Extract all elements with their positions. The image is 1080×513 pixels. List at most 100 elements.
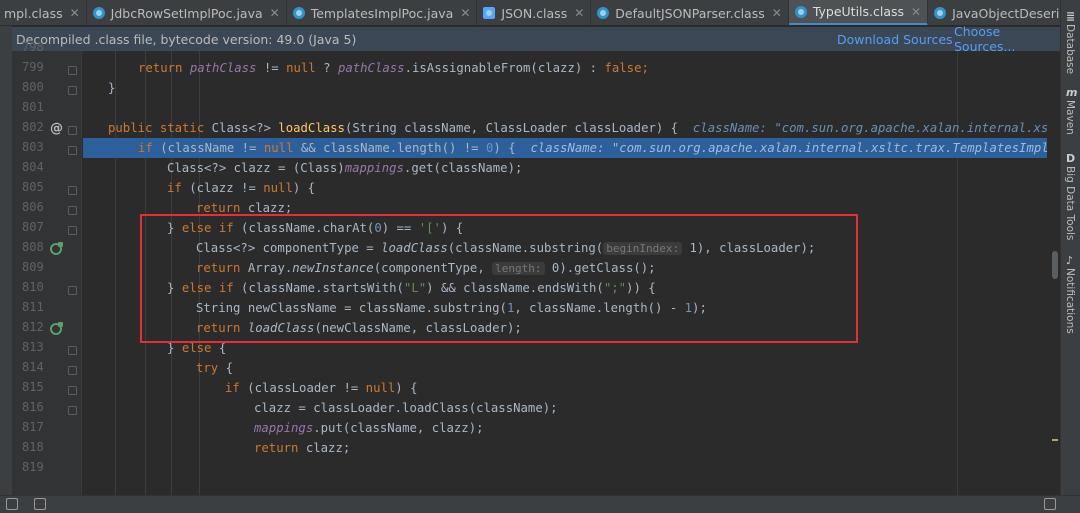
tab-typeutils-class[interactable]: TypeUtils.class ✕ xyxy=(788,0,929,25)
download-sources-link[interactable]: Download Sources xyxy=(837,32,953,47)
recursion-icon[interactable] xyxy=(50,322,63,335)
editor-vertical-scrollbar[interactable] xyxy=(1049,51,1060,495)
line-number: 800 xyxy=(22,80,44,94)
line-number: 802 xyxy=(22,120,44,134)
fold-toggle-icon[interactable] xyxy=(68,126,77,135)
fold-toggle-icon[interactable] xyxy=(68,186,77,195)
recursion-icon[interactable] xyxy=(50,242,63,255)
fold-toggle-icon[interactable] xyxy=(68,366,77,375)
close-icon[interactable]: ✕ xyxy=(911,5,921,19)
code-token: return xyxy=(196,201,241,215)
code-token: ; xyxy=(641,61,649,75)
code-token: null xyxy=(365,381,396,395)
code-token: mappings xyxy=(344,161,404,175)
tab-label: JavaObjectDeserializer.class xyxy=(952,5,1060,21)
class-file-icon xyxy=(597,7,610,19)
tab-label: TypeUtils.class xyxy=(812,4,905,19)
code-token: clazz; xyxy=(298,441,351,455)
choose-sources-link[interactable]: Choose Sources... xyxy=(954,24,1060,54)
maven-tool-button[interactable]: Maven xyxy=(1064,100,1076,135)
tab-label: DefaultJSONParser.class xyxy=(615,5,765,21)
bell-icon[interactable]: ♪ xyxy=(1066,254,1073,267)
scrollbar-thumb[interactable] xyxy=(1052,251,1058,279)
code-token: } xyxy=(108,81,116,95)
fold-toggle-icon[interactable] xyxy=(68,406,77,415)
code-token: try xyxy=(196,361,219,375)
line-number: 808 xyxy=(22,240,44,254)
line-number: 811 xyxy=(22,300,44,314)
big-data-tools-button[interactable]: Big Data Tools xyxy=(1064,166,1076,240)
tab-defaultjsonparser-class[interactable]: DefaultJSONParser.class ✕ xyxy=(591,0,789,25)
tab-templatesimplpoc[interactable]: TemplatesImplPoc.java ✕ xyxy=(287,0,478,25)
right-tool-strip: ≣ Database m Maven D Big Data Tools ♪ No… xyxy=(1060,0,1080,513)
line-number: 810 xyxy=(22,280,44,294)
java-class-icon xyxy=(292,7,305,19)
debug-inline-value: className: "com.sun.org.apache.xalan.int… xyxy=(530,141,1047,155)
expand-icon[interactable] xyxy=(1044,498,1056,510)
debug-inline-value: className: "com.sun.org.apache.xalan.int… xyxy=(692,121,1047,135)
editor-tab-bar: mpl.class ✕ JdbcRowSetImplPoc.java ✕ Templ… xyxy=(0,0,1060,26)
code-token: pathClass xyxy=(189,61,257,75)
code-token: .get(className); xyxy=(403,161,523,175)
fold-toggle-icon[interactable] xyxy=(68,206,77,215)
close-icon[interactable]: ✕ xyxy=(460,6,470,20)
override-annotation-icon[interactable]: @ xyxy=(50,121,63,136)
fold-toggle-icon[interactable] xyxy=(68,386,77,395)
code-line-816: clazz = classLoader.loadClass(className)… xyxy=(83,398,1047,418)
maven-icon[interactable]: m xyxy=(1066,86,1077,99)
fold-toggle-icon[interactable] xyxy=(68,346,77,355)
database-tool-button[interactable]: Database xyxy=(1064,24,1076,74)
database-icon[interactable]: ≣ xyxy=(1066,10,1075,23)
line-number: 817 xyxy=(22,420,44,434)
tab-label: JSON.class xyxy=(501,5,568,21)
terminal-icon[interactable] xyxy=(34,498,46,510)
code-token: mappings xyxy=(254,421,314,435)
close-icon[interactable]: ✕ xyxy=(574,6,584,20)
fold-toggle-icon[interactable] xyxy=(68,286,77,295)
code-line-805: if (clazz != null) { xyxy=(83,178,1047,198)
code-token: if xyxy=(167,181,182,195)
code-token: .put(className, clazz); xyxy=(313,421,484,435)
tab-impl-class[interactable]: mpl.class ✕ xyxy=(0,0,87,25)
tab-javaobjectdeserializer-class[interactable]: JavaObjectDeserializer.class✕ xyxy=(928,0,1060,25)
code-token: false xyxy=(604,61,642,75)
line-number: 803 xyxy=(22,140,44,154)
code-token: (clazz != xyxy=(181,181,264,195)
code-token: else xyxy=(181,341,212,355)
code-line-800: } xyxy=(83,78,1047,98)
layout-icon[interactable] xyxy=(6,498,18,510)
close-icon[interactable]: ✕ xyxy=(772,6,782,20)
code-token: != xyxy=(256,61,287,75)
line-number: 819 xyxy=(22,460,44,474)
tab-label: JdbcRowSetImplPoc.java xyxy=(110,5,263,21)
tab-jdbcrowsetimplpoc[interactable]: JdbcRowSetImplPoc.java ✕ xyxy=(87,0,287,25)
code-token: public static xyxy=(108,121,212,135)
notifications-tool-button[interactable]: Notifications xyxy=(1064,268,1076,334)
code-token: null xyxy=(263,181,293,195)
line-number: 815 xyxy=(22,380,44,394)
line-number: 804 xyxy=(22,160,44,174)
fold-toggle-icon[interactable] xyxy=(68,226,77,235)
code-token: .isAssignableFrom(clazz) : xyxy=(404,61,605,75)
line-number: 806 xyxy=(22,200,44,214)
close-icon[interactable]: ✕ xyxy=(270,6,280,20)
class-file-icon xyxy=(934,7,947,19)
code-token: ? xyxy=(315,61,338,75)
fold-toggle-icon[interactable] xyxy=(68,66,77,75)
tab-label: mpl.class xyxy=(4,5,63,21)
fold-toggle-icon[interactable] xyxy=(68,146,77,155)
big-data-tools-icon[interactable]: D xyxy=(1066,152,1075,165)
code-token: loadClass xyxy=(278,121,345,135)
code-line-814: try { xyxy=(83,358,1047,378)
line-number: 814 xyxy=(22,360,44,374)
close-icon[interactable]: ✕ xyxy=(70,6,80,20)
bottom-tool-strip xyxy=(0,495,1080,513)
tab-json-class[interactable]: JSON.class ✕ xyxy=(477,0,592,25)
fold-toggle-icon[interactable] xyxy=(68,86,77,95)
code-token: Class<?> xyxy=(211,121,279,135)
code-token: clazz; xyxy=(240,201,293,215)
class-file-icon xyxy=(483,7,496,19)
code-token: return xyxy=(138,61,190,75)
code-token: ) { xyxy=(292,181,316,195)
code-line-818: return clazz; xyxy=(83,438,1047,458)
